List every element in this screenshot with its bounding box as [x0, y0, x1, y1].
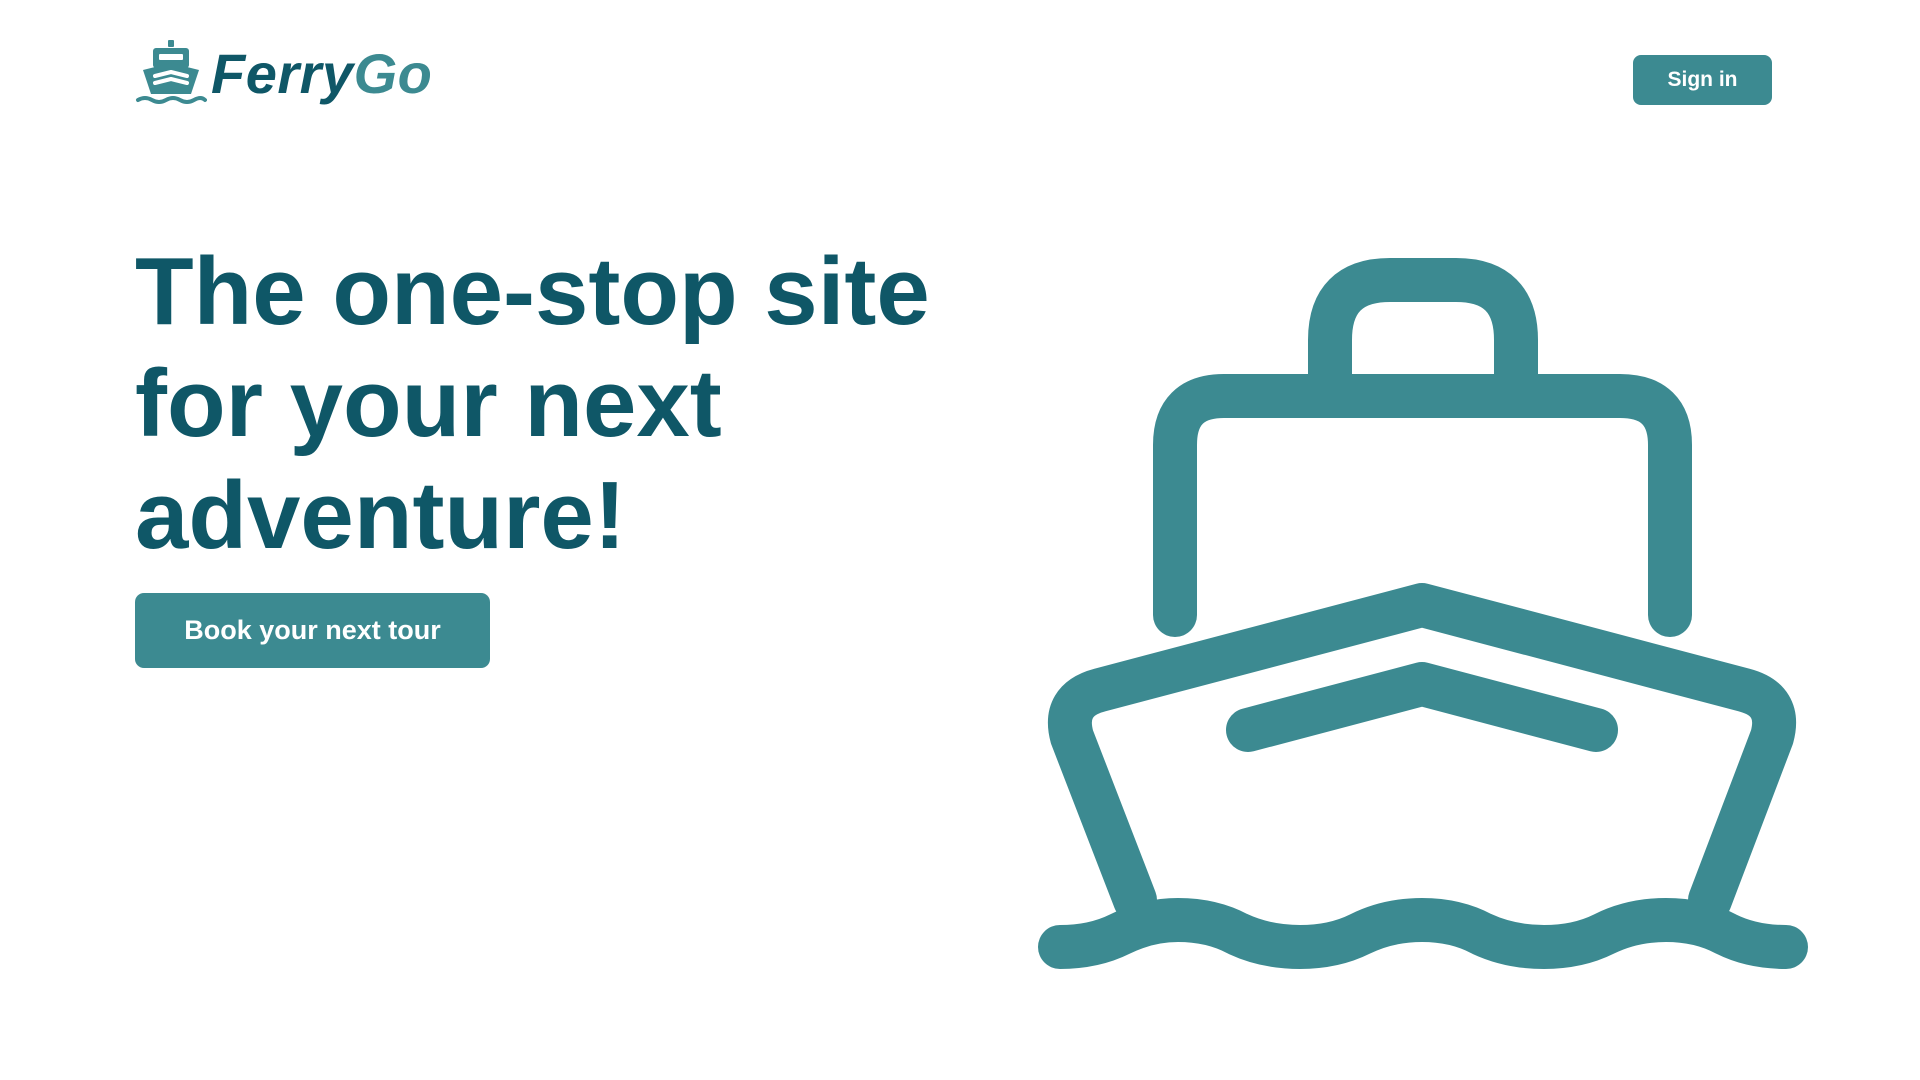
- sign-in-button[interactable]: Sign in: [1633, 55, 1772, 105]
- brand-name-part2: Go: [353, 42, 433, 105]
- hero-headline: The one-stop site for your next adventur…: [135, 238, 930, 569]
- brand-logo-link[interactable]: FerryGo: [135, 38, 432, 110]
- brand-name-part1: Ferry: [211, 42, 354, 105]
- ferry-illustration-icon: [1038, 258, 1808, 969]
- book-tour-button[interactable]: Book your next tour: [135, 593, 490, 668]
- ferry-logo-icon: [136, 40, 207, 104]
- landing-page: FerryGo Sign in The one-stop site for yo…: [0, 0, 1920, 1080]
- brand-name: FerryGo: [211, 46, 432, 102]
